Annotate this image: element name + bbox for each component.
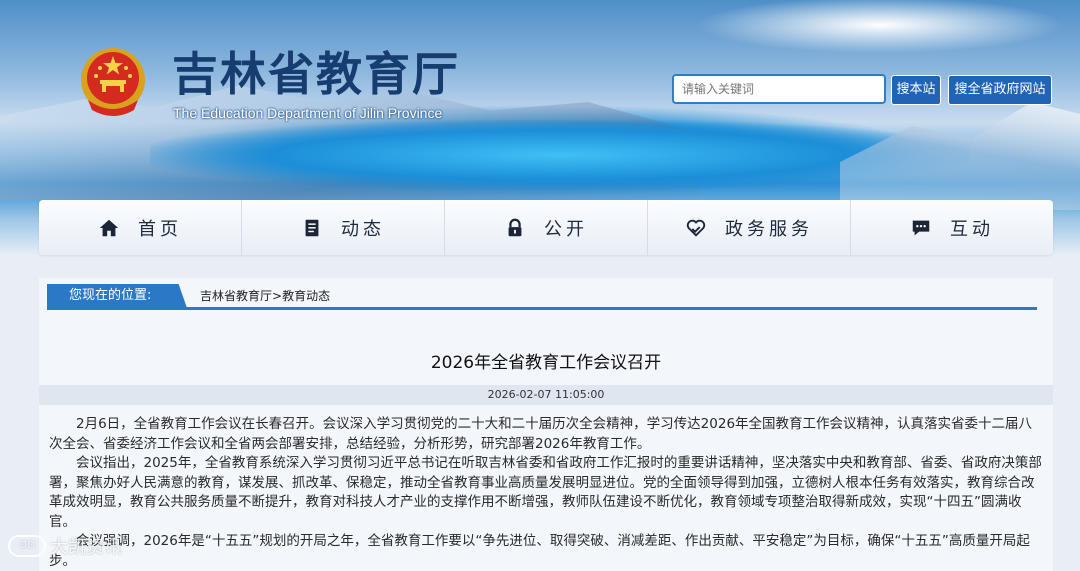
nav-item-interact[interactable]: 互动 (851, 200, 1053, 255)
breadcrumb: 您现在的位置: 吉林省教育厅>教育动态 (47, 284, 1037, 310)
nav-item-home[interactable]: 首页 (39, 200, 242, 255)
article-paragraph: 2月6日，全省教育工作会议在长春召开。会议深入学习贯彻党的二十大和二十届历次全会… (49, 416, 1033, 452)
watermark: OO 大凯资讯 (8, 533, 122, 559)
breadcrumb-link-home[interactable]: 吉林省教育厅 (200, 289, 272, 303)
nav-item-label: 动态 (341, 218, 385, 240)
nav-item-label: 互动 (950, 218, 994, 240)
nav-item-services[interactable]: 政务服务 (648, 200, 851, 255)
article-date: 2026-02-07 11:05:00 (39, 385, 1053, 405)
breadcrumb-path: 吉林省教育厅>教育动态 (200, 284, 330, 308)
home-icon (99, 219, 119, 236)
nav-item-label: 首页 (138, 218, 182, 240)
watermark-text: 大凯资讯 (50, 537, 122, 558)
article-paragraph: 会议强调，2026年是“十五五”规划的开局之年，全省教育工作要以“争先进位、取得… (49, 533, 1030, 569)
site-title: 吉林省教育厅 (172, 47, 460, 101)
search-input[interactable] (672, 74, 886, 104)
lock-icon (508, 218, 522, 236)
national-emblem-icon (81, 48, 145, 116)
main-nav: 首页 动态 公开 政务服务 互动 (39, 200, 1053, 255)
document-icon (305, 219, 319, 236)
breadcrumb-separator: > (272, 289, 283, 303)
search-site-button[interactable]: 搜本站 (891, 75, 941, 105)
article-title: 2026年全省教育工作会议召开 (430, 353, 662, 373)
site-subtitle: The Education Department of Jilin Provin… (173, 105, 443, 121)
article-body: 2月6日，全省教育工作会议在长春召开。会议深入学习贯彻党的二十大和二十届历次全会… (49, 415, 1045, 571)
location-label: 您现在的位置: (47, 284, 187, 308)
watermark-logo-icon: OO (8, 535, 46, 557)
chat-icon (912, 220, 930, 235)
search-province-gov-button[interactable]: 搜全省政府网站 (948, 75, 1052, 105)
banner-mountains-right (840, 102, 1080, 210)
heart-hand-icon (686, 219, 706, 237)
content-panel: 您现在的位置: 吉林省教育厅>教育动态 2026年全省教育工作会议召开 2026… (39, 278, 1053, 571)
nav-item-news[interactable]: 动态 (242, 200, 445, 255)
article-paragraph: 会议指出，2025年，全省教育系统深入学习贯彻习近平总书记在听取吉林省委和省政府… (49, 455, 1042, 530)
nav-item-open[interactable]: 公开 (445, 200, 648, 255)
breadcrumb-link-news[interactable]: 教育动态 (282, 289, 330, 303)
nav-item-label: 政务服务 (725, 218, 813, 240)
nav-item-label: 公开 (544, 218, 588, 240)
